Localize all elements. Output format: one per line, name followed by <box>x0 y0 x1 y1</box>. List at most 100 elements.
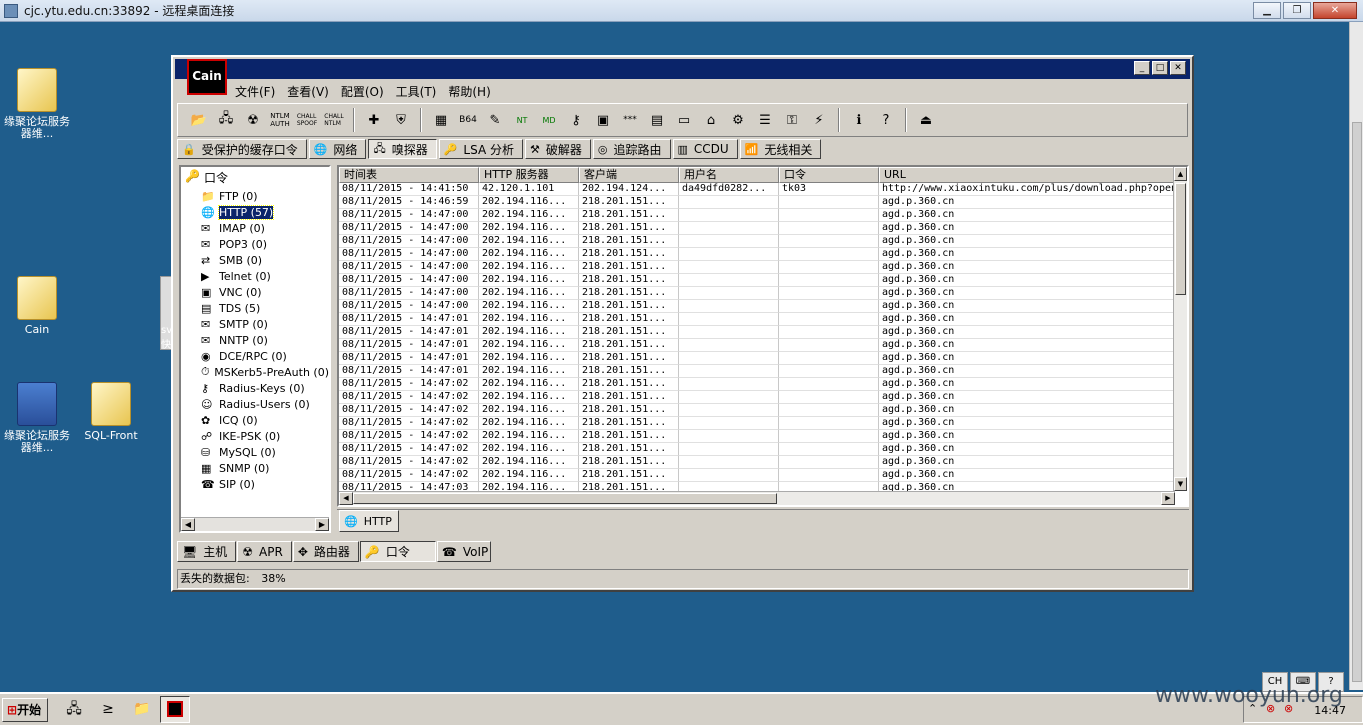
table-row[interactable]: 08/11/2015 - 14:41:50 42.120.1.101 202.194… <box>339 183 1187 196</box>
desktop-icon-forum-maint-2[interactable]: 缘聚论坛服务器维... <box>2 382 72 454</box>
desktop-icon-cain[interactable]: Cain <box>2 276 72 336</box>
tab-network[interactable]: 🌐 网络 <box>308 139 367 159</box>
help-icon[interactable]: ? <box>875 109 897 131</box>
cain-minimize-button[interactable]: _ <box>1134 61 1150 75</box>
tree-node[interactable]: ✉ IMAP (0) <box>181 220 329 236</box>
nt-icon[interactable]: NT <box>511 109 533 131</box>
tree-node[interactable]: ☍ IKE-PSK (0) <box>181 428 329 444</box>
tree-node[interactable]: ✉ POP3 (0) <box>181 236 329 252</box>
base64-icon[interactable]: B64 <box>457 109 479 131</box>
explorer-icon[interactable]: 📁 <box>130 698 154 720</box>
table-row[interactable]: 08/11/2015 - 14:47:02 202.194.116... 218.2… <box>339 378 1187 391</box>
scroll-up-icon[interactable]: ▲ <box>1174 167 1187 181</box>
menu-file[interactable]: 文件(F) <box>235 83 275 100</box>
sniffer-icon[interactable]: 🖧 <box>215 109 237 131</box>
open-folder-icon[interactable]: 📂 <box>188 109 210 131</box>
table-row[interactable]: 08/11/2015 - 14:47:01 202.194.116... 218.2… <box>339 326 1187 339</box>
cain-close-button[interactable]: ✕ <box>1170 61 1186 75</box>
scroll-right-icon[interactable]: ▶ <box>1161 492 1175 505</box>
decoder-icon[interactable]: ▦ <box>430 109 452 131</box>
table-hscroll-thumb[interactable] <box>353 493 777 504</box>
column-header-time[interactable]: 时间表 <box>339 167 479 183</box>
ntlm-auth-icon[interactable]: NTLM AUTH <box>269 109 291 131</box>
table-row[interactable]: 08/11/2015 - 14:47:02 202.194.116... 218.2… <box>339 391 1187 404</box>
table-row[interactable]: 08/11/2015 - 14:47:00 202.194.116... 218.2… <box>339 274 1187 287</box>
md5-icon[interactable]: MD <box>538 109 560 131</box>
rdp-minimize-button[interactable]: ▁ <box>1253 2 1281 19</box>
tab-cracker[interactable]: ⚒ 破解器 <box>524 139 591 159</box>
key-icon[interactable]: ⚷ <box>565 109 587 131</box>
exit-icon[interactable]: ⏏ <box>915 109 937 131</box>
hash-calc-icon[interactable]: ✎ <box>484 109 506 131</box>
start-button[interactable]: ⊞开始 <box>2 698 48 722</box>
scroll-down-icon[interactable]: ▼ <box>1174 477 1187 491</box>
tab-lsa[interactable]: 🔑 LSA 分析 <box>438 139 523 159</box>
tree-node[interactable]: ☺ Radius-Users (0) <box>181 396 329 412</box>
tree-node[interactable]: 📁 FTP (0) <box>181 188 329 204</box>
table-row[interactable]: 08/11/2015 - 14:47:02 202.194.116... 218.2… <box>339 469 1187 482</box>
table-row[interactable]: 08/11/2015 - 14:47:02 202.194.116... 218.2… <box>339 456 1187 469</box>
rdp-close-button[interactable]: ✕ <box>1313 2 1357 19</box>
rdp-restore-button[interactable]: ❐ <box>1283 2 1311 19</box>
scroll-left-icon[interactable]: ◀ <box>339 492 353 505</box>
table-row[interactable]: 08/11/2015 - 14:47:00 202.194.116... 218.2… <box>339 287 1187 300</box>
tree-node[interactable]: ☎ SIP (0) <box>181 476 329 492</box>
table-row[interactable]: 08/11/2015 - 14:47:01 202.194.116... 218.2… <box>339 352 1187 365</box>
desktop-icon-sql-front[interactable]: SQL-Front <box>76 382 146 442</box>
table-vertical-scrollbar[interactable]: ▲ ▼ <box>1173 167 1187 491</box>
tree-node[interactable]: ◉ DCE/RPC (0) <box>181 348 329 364</box>
menu-view[interactable]: 查看(V) <box>287 83 329 100</box>
tree-node[interactable]: ⇄ SMB (0) <box>181 252 329 268</box>
shield-icon[interactable]: ⛨ <box>390 109 412 131</box>
tab-wireless[interactable]: 📶 无线相关 <box>739 139 822 159</box>
wireless-icon[interactable]: ⚡ <box>808 109 830 131</box>
tab-sniffer[interactable]: 🖧 嗅探器 <box>368 139 437 159</box>
tree-node[interactable]: 🌐 HTTP (57) <box>181 204 329 220</box>
menu-help[interactable]: 帮助(H) <box>448 83 490 100</box>
table-vscroll-thumb[interactable] <box>1175 183 1186 295</box>
table-row[interactable]: 08/11/2015 - 14:47:00 202.194.116... 218.2… <box>339 300 1187 313</box>
server-manager-icon[interactable]: 🖧 <box>62 698 86 720</box>
menu-tools[interactable]: 工具(T) <box>396 83 437 100</box>
tab-hosts[interactable]: 🖥 主机 <box>177 541 237 562</box>
column-header-password[interactable]: 口令 <box>779 167 879 183</box>
column-header-url[interactable]: URL <box>879 167 1175 183</box>
taskbar-cain-button[interactable] <box>160 696 190 723</box>
column-header-username[interactable]: 用户名 <box>679 167 779 183</box>
rdp-vertical-scrollbar[interactable] <box>1349 22 1363 690</box>
scroll-left-icon[interactable]: ◀ <box>181 518 195 531</box>
column-header-server[interactable]: HTTP 服务器 <box>479 167 579 183</box>
tree-node[interactable]: ✉ SMTP (0) <box>181 316 329 332</box>
table-horizontal-scrollbar[interactable]: ◀ ▶ <box>339 491 1175 505</box>
table-row[interactable]: 08/11/2015 - 14:47:01 202.194.116... 218.2… <box>339 313 1187 326</box>
tree-node[interactable]: ▶ Telnet (0) <box>181 268 329 284</box>
subtab-http[interactable]: 🌐 HTTP <box>339 510 399 532</box>
lock-key-icon[interactable]: ⚿ <box>781 109 803 131</box>
tree-node[interactable]: ▤ TDS (5) <box>181 300 329 316</box>
table-row[interactable]: 08/11/2015 - 14:47:02 202.194.116... 218.2… <box>339 417 1187 430</box>
table-row[interactable]: 08/11/2015 - 14:47:01 202.194.116... 218.2… <box>339 365 1187 378</box>
add-icon[interactable]: ✚ <box>363 109 385 131</box>
table-row[interactable]: 08/11/2015 - 14:47:00 202.194.116... 218.2… <box>339 235 1187 248</box>
cain-maximize-button[interactable]: □ <box>1152 61 1168 75</box>
rdp-scroll-thumb[interactable] <box>1352 122 1362 682</box>
tree-node[interactable]: ✉ NNTP (0) <box>181 332 329 348</box>
tree-node[interactable]: ⛁ MySQL (0) <box>181 444 329 460</box>
rdp-decoder-icon[interactable]: ▣ <box>592 109 614 131</box>
tree-node[interactable]: ▣ VNC (0) <box>181 284 329 300</box>
apr-icon[interactable]: ☢ <box>242 109 264 131</box>
info-icon[interactable]: ℹ <box>848 109 870 131</box>
tab-ccdu[interactable]: ▥ CCDU <box>672 139 738 159</box>
desktop-icon-forum-maint-1[interactable]: 缘聚论坛服务器维... <box>2 68 72 140</box>
table-row[interactable]: 08/11/2015 - 14:47:02 202.194.116... 218.2… <box>339 443 1187 456</box>
chall-spoof-ntlm-icon[interactable]: CHALL NTLM <box>323 109 345 131</box>
stack-icon[interactable]: ☰ <box>754 109 776 131</box>
tab-protected-storage[interactable]: 🔒 受保护的缓存口令 <box>177 139 307 159</box>
monitor-icon[interactable]: ▤ <box>646 109 668 131</box>
menu-config[interactable]: 配置(O) <box>341 83 384 100</box>
display-icon[interactable]: ▭ <box>673 109 695 131</box>
table-row[interactable]: 08/11/2015 - 14:47:02 202.194.116... 218.2… <box>339 404 1187 417</box>
tree-node[interactable]: ⚷ Radius-Keys (0) <box>181 380 329 396</box>
network-icon[interactable]: ⚙ <box>727 109 749 131</box>
table-row[interactable]: 08/11/2015 - 14:47:00 202.194.116... 218.2… <box>339 222 1187 235</box>
